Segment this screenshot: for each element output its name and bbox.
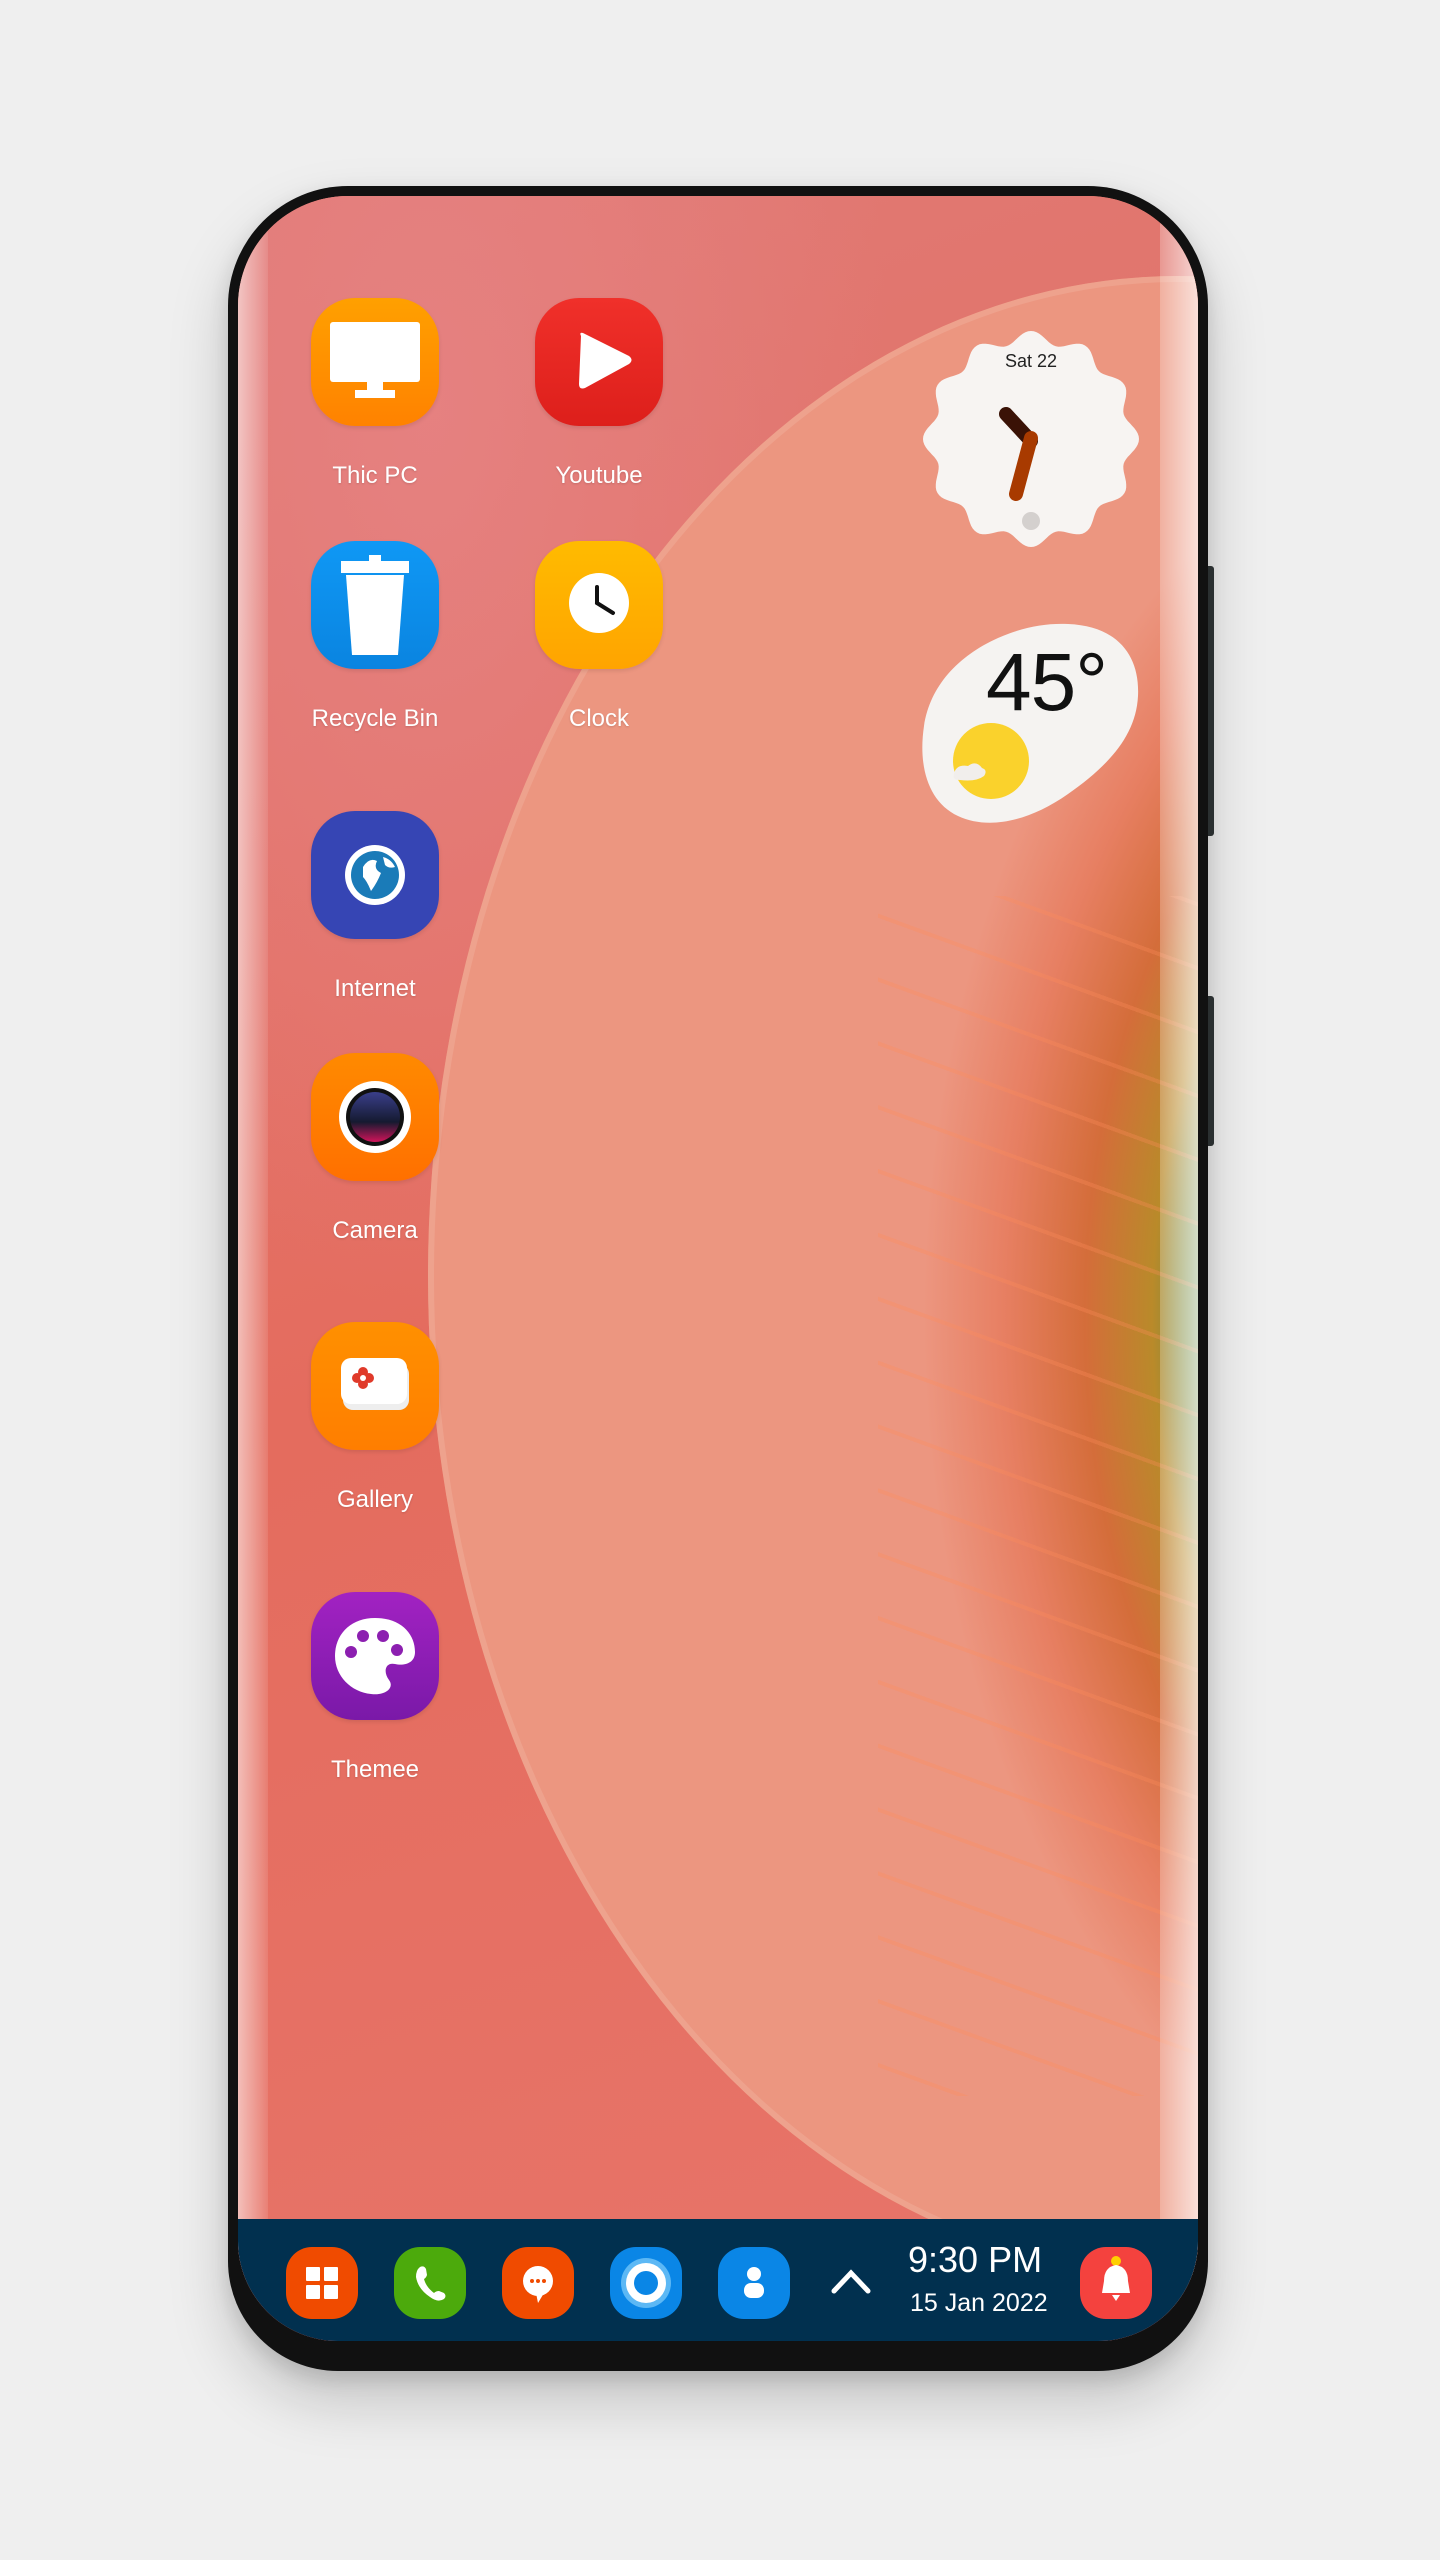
clock-center-dot — [1022, 512, 1040, 530]
screen-edge-highlight-left — [238, 196, 268, 2341]
person-icon — [744, 2267, 764, 2298]
app-label: Themee — [330, 1756, 420, 1783]
app-label: Thic PC — [332, 462, 418, 489]
notification-button[interactable] — [1080, 2247, 1152, 2319]
trash-icon — [311, 541, 439, 669]
camera-icon — [311, 1053, 439, 1181]
app-internet[interactable]: Internet — [290, 811, 460, 1003]
app-clock[interactable]: Clock — [514, 541, 684, 733]
taskbar-date[interactable]: 15 Jan 2022 — [910, 2289, 1048, 2318]
tray-expand-button[interactable] — [826, 2259, 876, 2303]
phone-frame: Thic PC Youtube Recycle Bin Clock Intern… — [228, 186, 1214, 2371]
clock-icon — [535, 541, 663, 669]
app-label: Youtube — [555, 462, 643, 489]
chevron-up-icon — [831, 2269, 871, 2294]
home-screen: Thic PC Youtube Recycle Bin Clock Intern… — [238, 196, 1198, 2341]
palette-icon — [311, 1592, 439, 1720]
app-label: Clock — [568, 705, 629, 732]
chat-bubble-icon — [523, 2266, 553, 2303]
taskbar-time[interactable]: 9:30 PM — [908, 2239, 1042, 2281]
start-menu-button[interactable] — [286, 2247, 358, 2319]
wallpaper-streaks — [878, 896, 1198, 2096]
app-label: Gallery — [336, 1486, 414, 1513]
globe-icon — [311, 811, 439, 939]
power-button — [1208, 996, 1214, 1146]
app-thic-pc[interactable]: Thic PC — [290, 298, 460, 490]
phone-button[interactable] — [394, 2247, 466, 2319]
bell-icon — [1102, 2256, 1130, 2301]
sunny-partly-cloudy-icon — [953, 723, 1029, 799]
monitor-icon — [311, 298, 439, 426]
gallery-icon — [311, 1322, 439, 1450]
app-gallery[interactable]: Gallery — [290, 1322, 460, 1514]
app-themee[interactable]: Themee — [290, 1592, 460, 1784]
app-label: Internet — [334, 975, 416, 1002]
app-label: Recycle Bin — [311, 705, 439, 732]
screen-edge-highlight-right — [1160, 196, 1198, 2341]
taskbar: 9:30 PM 15 Jan 2022 — [238, 2219, 1198, 2341]
contacts-button[interactable] — [718, 2247, 790, 2319]
clock-widget-date: Sat 22 — [1004, 351, 1058, 371]
app-camera[interactable]: Camera — [290, 1053, 460, 1245]
weather-widget[interactable]: 45° — [918, 616, 1144, 832]
windows-grid-icon — [306, 2267, 338, 2299]
cortana-button[interactable] — [610, 2247, 682, 2319]
app-youtube[interactable]: Youtube — [514, 298, 684, 490]
phone-icon — [416, 2266, 446, 2301]
circle-ring-icon — [621, 2258, 671, 2308]
messages-button[interactable] — [502, 2247, 574, 2319]
play-icon — [535, 298, 663, 426]
app-label: Camera — [332, 1217, 418, 1244]
app-recycle-bin[interactable]: Recycle Bin — [290, 541, 460, 733]
clock-widget[interactable]: Sat 22 — [918, 326, 1144, 552]
volume-button — [1208, 566, 1214, 836]
